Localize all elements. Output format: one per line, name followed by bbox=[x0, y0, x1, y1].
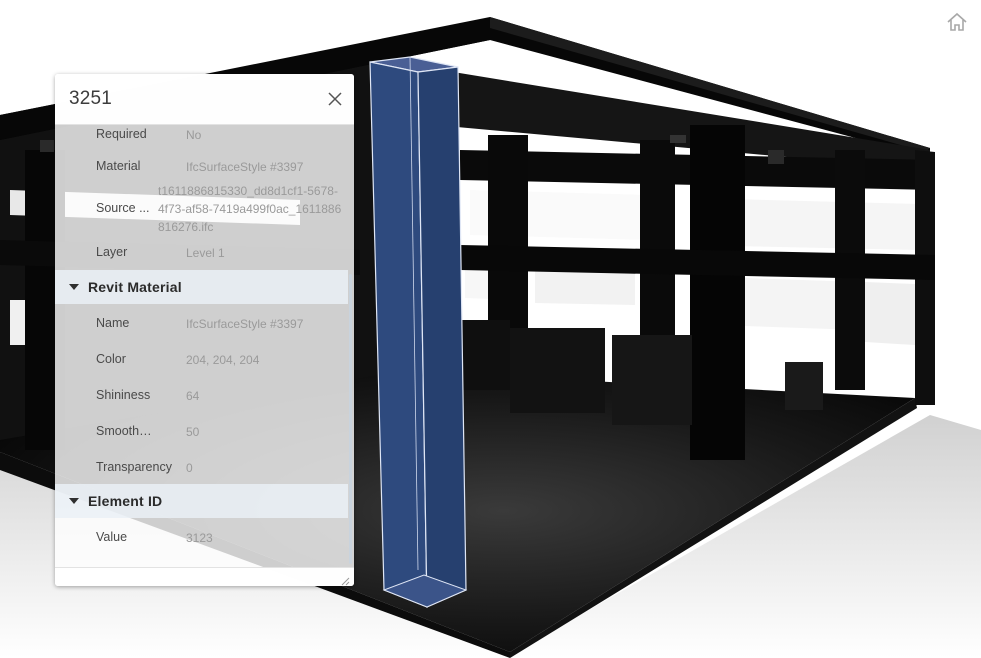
property-row: Shininess 64 bbox=[55, 376, 348, 412]
category-label: Element ID bbox=[88, 493, 163, 509]
property-label: Layer bbox=[96, 245, 128, 259]
property-label: Shininess bbox=[96, 388, 151, 402]
property-row: Required No bbox=[55, 124, 348, 146]
category-element-id[interactable]: Element ID bbox=[55, 484, 348, 518]
property-value: IfcSurfaceStyle #3397 bbox=[186, 160, 304, 174]
property-value: 64 bbox=[186, 389, 200, 403]
property-value: No bbox=[186, 128, 202, 142]
collapse-triangle-icon bbox=[69, 284, 79, 290]
property-label: Required bbox=[96, 127, 147, 141]
property-row: Material IfcSurfaceStyle #3397 bbox=[55, 146, 348, 182]
panel-footer bbox=[55, 567, 354, 586]
category-label: Revit Material bbox=[88, 279, 182, 295]
close-button[interactable] bbox=[326, 90, 344, 108]
home-button[interactable] bbox=[944, 10, 970, 34]
property-row: Name IfcSurfaceStyle #3397 bbox=[55, 304, 348, 340]
properties-list[interactable]: Required No Material IfcSurfaceStyle #33… bbox=[55, 124, 348, 567]
resize-grip-icon bbox=[341, 577, 350, 586]
property-row: Layer Level 1 bbox=[55, 234, 348, 270]
property-label: Value bbox=[96, 530, 128, 544]
property-label: Name bbox=[96, 316, 130, 330]
property-label: Color bbox=[96, 352, 126, 366]
collapse-triangle-icon bbox=[69, 498, 79, 504]
property-value: t1611886815330_dd8d1cf1-5678-4f73-af58-7… bbox=[158, 184, 342, 234]
panel-header: 3251 bbox=[55, 74, 354, 125]
property-value: 3123 bbox=[186, 531, 213, 545]
property-value: 204, 204, 204 bbox=[186, 353, 260, 367]
panel-scrollbar[interactable] bbox=[349, 274, 352, 564]
category-revit-material[interactable]: Revit Material bbox=[55, 270, 348, 304]
resize-handle[interactable] bbox=[340, 573, 350, 586]
property-row: Transparency 0 bbox=[55, 448, 348, 484]
property-row: Value 3123 bbox=[55, 518, 348, 554]
home-icon bbox=[947, 12, 967, 31]
property-row: Color 204, 204, 204 bbox=[55, 340, 348, 376]
property-label: Smoothness bbox=[96, 424, 154, 438]
property-value: IfcSurfaceStyle #3397 bbox=[186, 317, 304, 331]
panel-title: 3251 bbox=[69, 88, 113, 109]
property-label: Transparency bbox=[96, 460, 172, 474]
property-label: Source ... bbox=[96, 201, 150, 215]
property-row: Source ... t1611886815330_dd8d1cf1-5678-… bbox=[55, 182, 348, 234]
selected-column[interactable] bbox=[369, 56, 468, 608]
properties-panel: 3251 Required No Material IfcSurfaceStyl… bbox=[55, 74, 354, 586]
property-value: Level 1 bbox=[186, 246, 225, 260]
close-icon bbox=[328, 92, 342, 106]
property-row: Smoothness 50 bbox=[55, 412, 348, 448]
property-value: 50 bbox=[186, 425, 200, 439]
property-value: 0 bbox=[186, 461, 193, 475]
property-label: Material bbox=[96, 159, 141, 173]
